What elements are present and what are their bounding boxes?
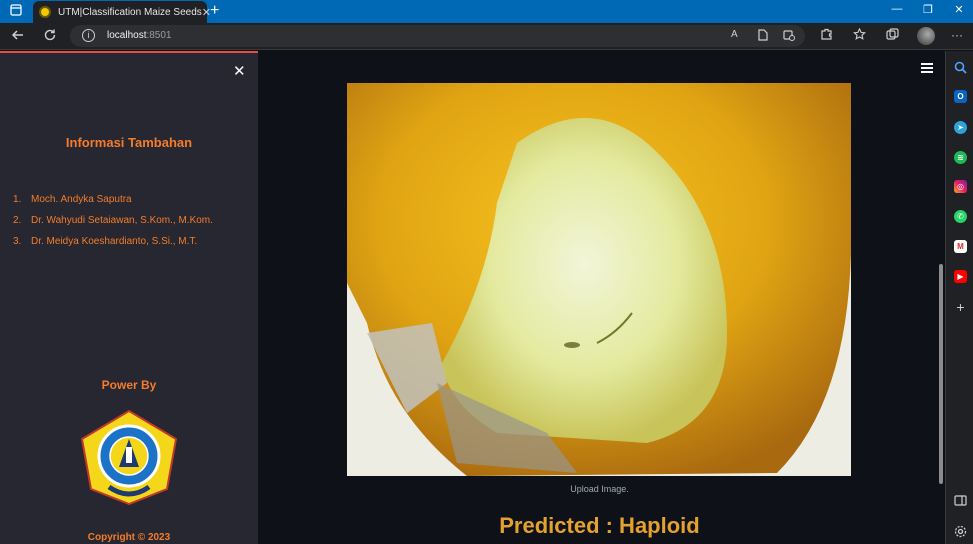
- close-window-button[interactable]: ✕: [950, 3, 968, 16]
- spotify-icon[interactable]: ≋: [954, 151, 967, 164]
- team-member-name: Dr. Meidya Koeshardianto, S.Si., M.T.: [31, 236, 198, 247]
- main-content: Upload Image. Predicted : Haploid: [258, 51, 941, 544]
- reader-view-icon[interactable]: [758, 29, 768, 44]
- address-bar[interactable]: i localhost:8501 A: [70, 25, 805, 47]
- youtube-icon[interactable]: ▶: [954, 270, 967, 283]
- power-by-label: Power By: [101, 378, 157, 392]
- tab-title: UTM|Classification Maize Seeds: [58, 6, 202, 18]
- streamlit-sidebar: ✕ Informasi Tambahan 1. Moch. Andyka Sapu…: [0, 51, 258, 544]
- sidebar-close-icon[interactable]: ✕: [233, 62, 246, 80]
- url-text: localhost:8501: [107, 30, 172, 41]
- extensions-icon[interactable]: [818, 28, 834, 44]
- info-heading: Informasi Tambahan: [65, 135, 193, 150]
- edge-sidebar-rail: O ➤ ≋ ◎ ✆ M ▶ +: [945, 51, 973, 544]
- image-caption: Upload Image.: [570, 484, 629, 494]
- collections-icon[interactable]: [884, 28, 900, 44]
- add-favorite-icon[interactable]: [783, 29, 795, 44]
- site-info-icon[interactable]: i: [82, 29, 95, 42]
- maize-seed-photo: [347, 83, 851, 476]
- read-aloud-icon[interactable]: A: [731, 29, 738, 40]
- search-icon[interactable]: [954, 61, 967, 74]
- prediction-result: Predicted : Haploid: [499, 513, 700, 538]
- outlook-icon[interactable]: O: [954, 90, 967, 103]
- new-tab-button[interactable]: +: [210, 2, 219, 20]
- url-host: localhost: [107, 30, 147, 41]
- list-number: 1.: [13, 194, 22, 205]
- telegram-icon[interactable]: ➤: [954, 121, 967, 134]
- restore-button[interactable]: ❐: [919, 3, 937, 16]
- address-toolbar: i localhost:8501 A ···: [0, 23, 973, 50]
- maize-favicon-icon: [39, 6, 51, 18]
- list-number: 2.: [13, 215, 22, 226]
- list-item: 1. Moch. Andyka Saputra: [13, 194, 213, 215]
- tab-actions-icon[interactable]: [9, 4, 23, 18]
- list-item: 2. Dr. Wahyudi Setaiawan, S.Kom., M.Kom.: [13, 215, 213, 236]
- url-port: :8501: [146, 30, 172, 41]
- uploaded-seed-image: [347, 83, 851, 476]
- add-app-icon[interactable]: +: [954, 300, 967, 314]
- hamburger-menu-icon[interactable]: [921, 63, 933, 75]
- copyright-text: Copyright © 2023: [87, 532, 171, 543]
- team-member-name: Moch. Andyka Saputra: [31, 194, 132, 205]
- more-menu-icon[interactable]: ···: [949, 28, 965, 42]
- team-member-name: Dr. Wahyudi Setaiawan, S.Kom., M.Kom.: [31, 215, 213, 226]
- scrollbar-thumb[interactable]: [939, 264, 943, 484]
- minimize-button[interactable]: —: [888, 3, 906, 15]
- profile-avatar[interactable]: [917, 27, 935, 45]
- gmail-icon[interactable]: M: [954, 240, 967, 253]
- whatsapp-icon[interactable]: ✆: [954, 210, 967, 223]
- back-arrow-icon[interactable]: [9, 28, 27, 45]
- browser-title-bar: UTM|Classification Maize Seeds ✕ + — ❐ ✕: [0, 0, 973, 23]
- list-item: 3. Dr. Meidya Koeshardianto, S.Si., M.T.: [13, 236, 213, 257]
- browser-tab-active[interactable]: UTM|Classification Maize Seeds ✕: [33, 1, 211, 23]
- team-list: 1. Moch. Andyka Saputra 2. Dr. Wahyudi Set…: [13, 194, 213, 257]
- favorites-icon[interactable]: [851, 27, 867, 44]
- refresh-icon[interactable]: [41, 28, 59, 45]
- university-logo: [80, 409, 178, 506]
- settings-gear-icon[interactable]: [954, 525, 967, 538]
- sidebar-collapse-icon[interactable]: [954, 494, 967, 507]
- list-number: 3.: [13, 236, 22, 247]
- instagram-icon[interactable]: ◎: [954, 180, 967, 193]
